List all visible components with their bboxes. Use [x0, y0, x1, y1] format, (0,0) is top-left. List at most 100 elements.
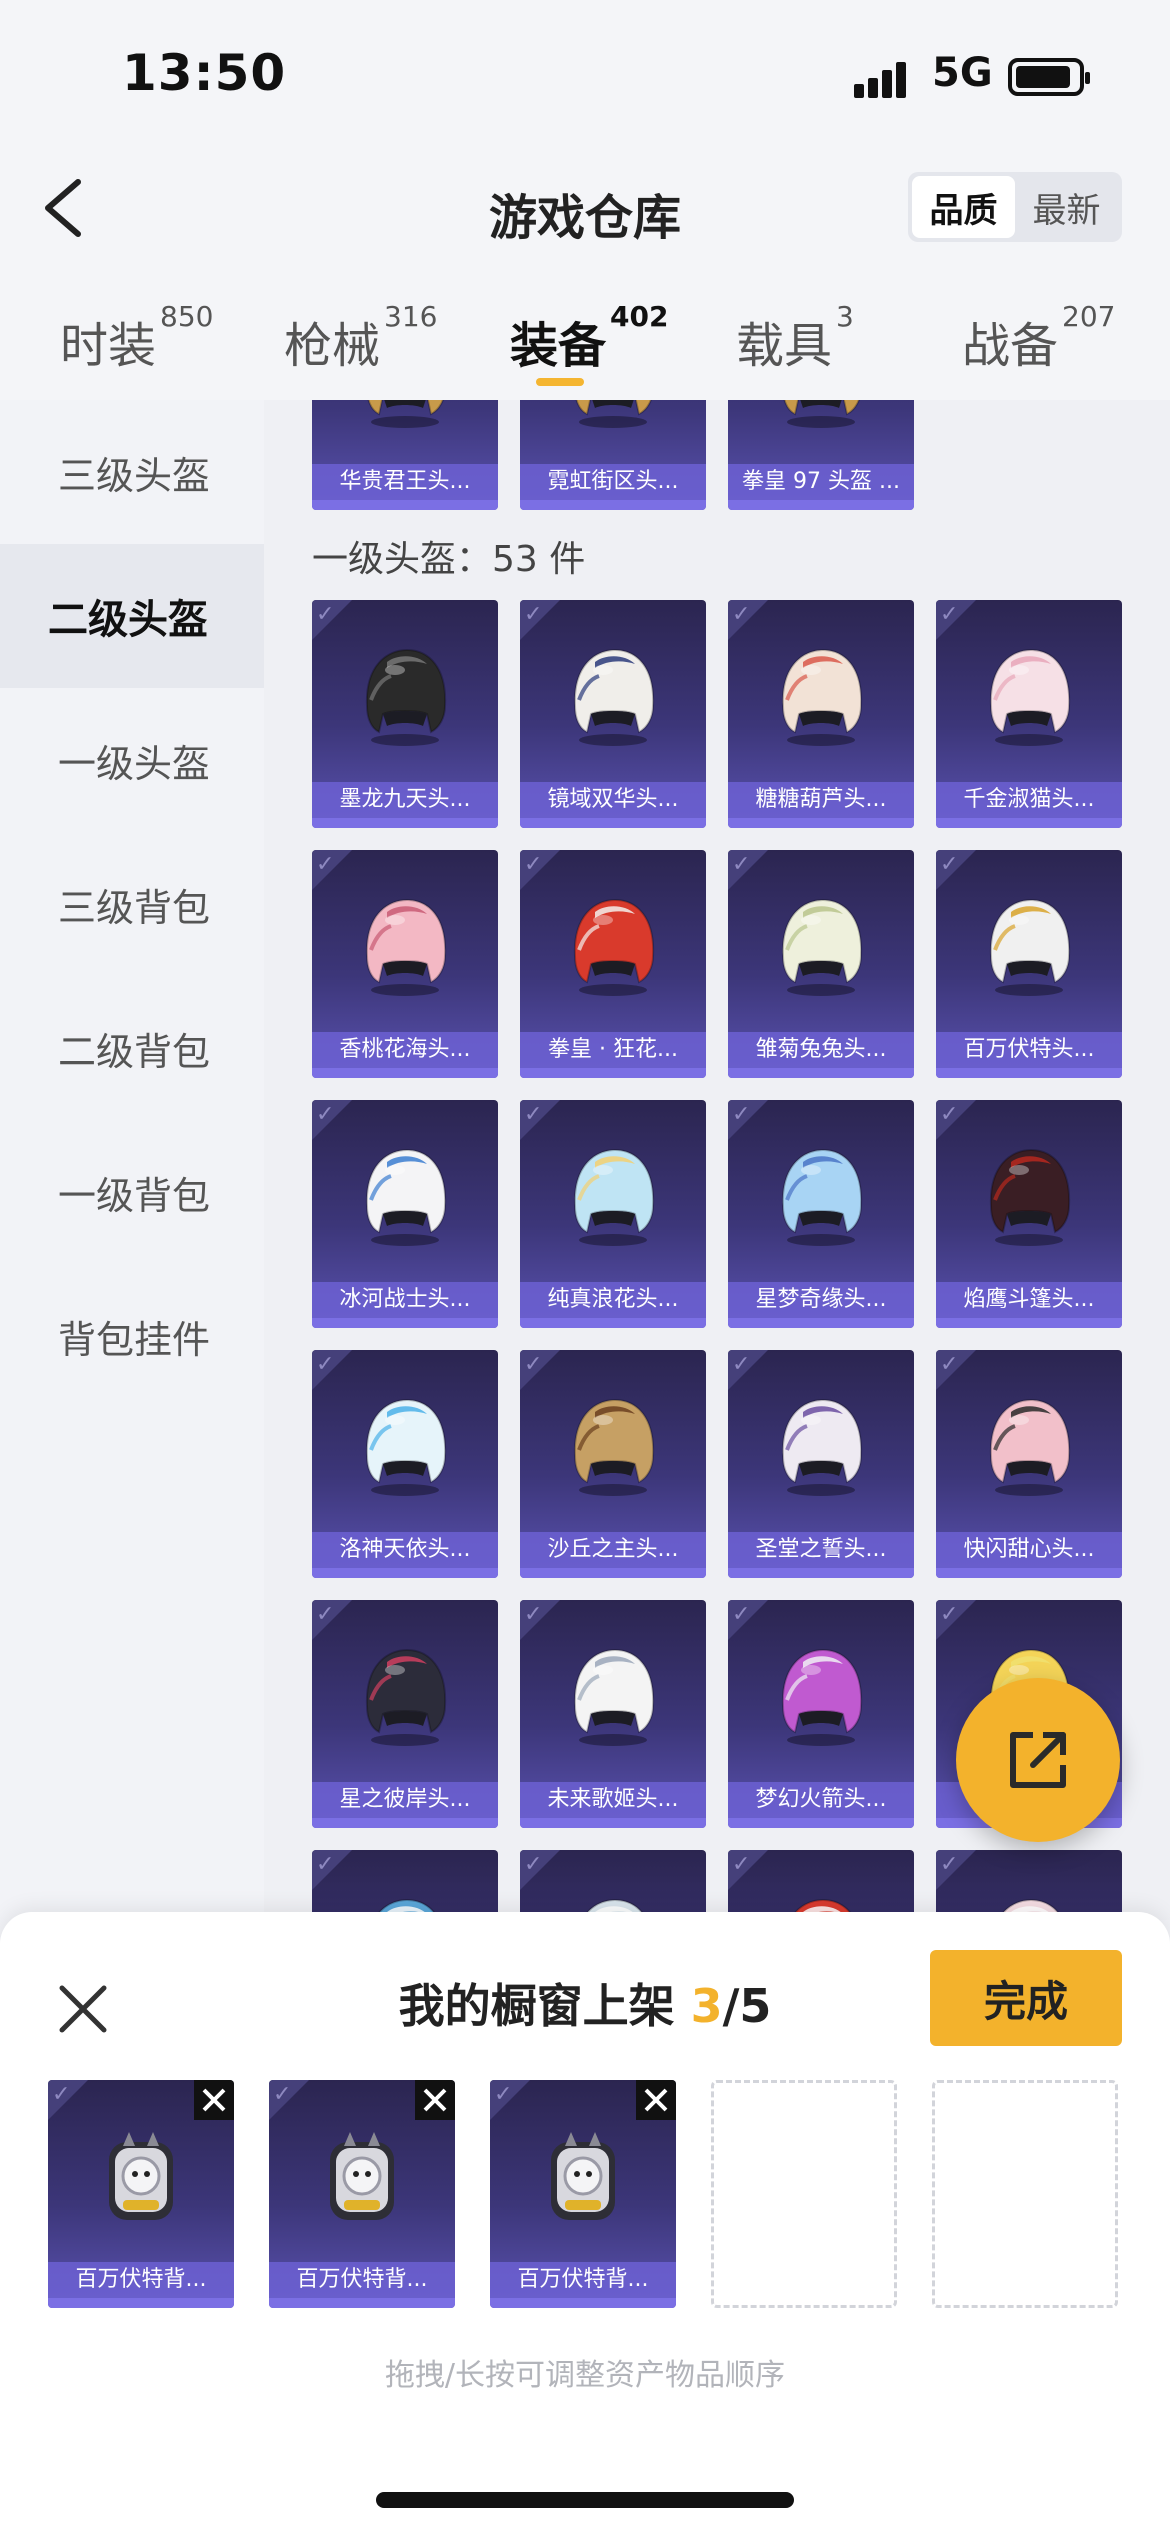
helmet-icon	[573, 648, 655, 746]
quality-strip	[312, 500, 498, 510]
check-icon: ✓	[316, 1102, 335, 1127]
showcase-max-count: /5	[722, 1979, 772, 2033]
tab-supplies[interactable]: 战备207	[962, 300, 1115, 376]
sidebar-item-lv1-helmet[interactable]: 一级头盔	[0, 688, 264, 832]
remove-slot-button[interactable]	[415, 2080, 455, 2120]
item-card[interactable]: ✓ 墨龙九天头...	[312, 600, 498, 828]
check-icon: ✓	[940, 1602, 959, 1627]
sidebar-item-lv2-helmet[interactable]: 二级头盔	[0, 544, 264, 688]
empty-showcase-slot[interactable]	[711, 2080, 897, 2308]
item-name: 纯真浪花头...	[520, 1282, 706, 1318]
tab-count: 850	[160, 300, 214, 333]
item-name: 糖糖葫芦头...	[728, 782, 914, 818]
item-card[interactable]: ✓ 焰鹰斗篷头...	[936, 1100, 1122, 1328]
helmet-icon	[573, 1148, 655, 1246]
sidebar: 三级头盔 二级头盔 一级头盔 三级背包 二级背包 一级背包 背包挂件	[0, 400, 264, 1920]
quality-strip	[728, 1568, 914, 1578]
item-card[interactable]: ✓ 镜域双华头...	[520, 600, 706, 828]
item-card[interactable]: ✓ 百万伏特头...	[936, 850, 1122, 1078]
network-type: 5G	[932, 50, 993, 96]
item-card[interactable]: ✓ 冰河战士头...	[312, 1100, 498, 1328]
tab-equipment[interactable]: 装备402	[510, 300, 668, 376]
sidebar-item-lv1-backpack[interactable]: 一级背包	[0, 1120, 264, 1264]
sheet-title-text: 我的橱窗上架	[398, 1979, 675, 2033]
item-card[interactable]: ✓ 星之彼岸头...	[312, 1600, 498, 1828]
item-card[interactable]: ✓ 糖糖葫芦头...	[728, 600, 914, 828]
check-icon: ✓	[316, 1852, 335, 1877]
quality-strip	[520, 1068, 706, 1078]
sort-quality-button[interactable]: 品质	[912, 176, 1015, 238]
sidebar-item-lv3-backpack[interactable]: 三级背包	[0, 832, 264, 976]
check-icon: ✓	[732, 852, 751, 877]
item-card[interactable]: ✓ 梦幻火箭头...	[728, 1600, 914, 1828]
showcase-slot[interactable]: ✓ 百万伏特背...	[490, 2080, 676, 2308]
showcase-slot[interactable]: ✓ 百万伏特背...	[269, 2080, 455, 2308]
item-card[interactable]: ✓	[936, 1850, 1122, 1920]
tab-label: 枪械	[284, 318, 381, 374]
item-card[interactable]: ✓ 纯真浪花头...	[520, 1100, 706, 1328]
item-card[interactable]: ✓ 沙丘之主头...	[520, 1350, 706, 1578]
remove-slot-button[interactable]	[194, 2080, 234, 2120]
item-card[interactable]: ✓	[520, 1850, 706, 1920]
share-icon	[1010, 1732, 1066, 1788]
share-button[interactable]	[956, 1678, 1120, 1842]
item-card[interactable]: ✓	[728, 1850, 914, 1920]
helmet-icon	[781, 648, 863, 746]
item-card[interactable]: ✓华贵君王头...	[312, 400, 498, 510]
item-card[interactable]: ✓霓虹街区头...	[520, 400, 706, 510]
quality-strip	[728, 500, 914, 510]
tab-count: 316	[384, 300, 438, 333]
sidebar-item-lv3-helmet[interactable]: 三级头盔	[0, 400, 264, 544]
helmet-icon	[575, 400, 652, 428]
item-name: 焰鹰斗篷头...	[936, 1282, 1122, 1318]
sidebar-item-backpack-pendant[interactable]: 背包挂件	[0, 1264, 264, 1408]
item-card[interactable]: ✓ 圣堂之誓头...	[728, 1350, 914, 1578]
status-time: 13:50	[122, 44, 287, 102]
item-name: 拳皇 · 狂花...	[520, 1032, 706, 1068]
tab-fashion[interactable]: 时装850	[60, 300, 213, 376]
item-name: 星梦奇缘头...	[728, 1282, 914, 1318]
item-card[interactable]: ✓ 千金淑猫头...	[936, 600, 1122, 828]
helmet-icon	[365, 1148, 447, 1246]
helmet-icon	[365, 1648, 447, 1746]
item-name: 百万伏特背...	[48, 2262, 234, 2298]
item-card[interactable]: ✓ 拳皇 · 狂花...	[520, 850, 706, 1078]
helmet-icon	[573, 1398, 655, 1496]
helmet-icon	[989, 898, 1071, 996]
helmet-icon	[365, 1398, 447, 1496]
item-name: 拳皇 97 头盔 ...	[728, 464, 914, 500]
helmet-icon	[365, 648, 447, 746]
done-button[interactable]: 完成	[930, 1950, 1122, 2046]
check-icon: ✓	[524, 852, 543, 877]
quality-strip	[936, 818, 1122, 828]
item-card[interactable]: ✓ 雏菊兔兔头...	[728, 850, 914, 1078]
sidebar-item-lv2-backpack[interactable]: 二级背包	[0, 976, 264, 1120]
tab-vehicles[interactable]: 载具3	[736, 300, 854, 376]
item-card[interactable]: ✓ 香桃花海头...	[312, 850, 498, 1078]
item-name: 百万伏特背...	[269, 2262, 455, 2298]
tab-count: 402	[610, 300, 669, 333]
check-icon: ✓	[940, 1852, 959, 1877]
item-card[interactable]: ✓ 洛神天依头...	[312, 1350, 498, 1578]
section-title: 一级头盔：53 件	[312, 539, 586, 580]
reorder-hint: 拖拽/长按可调整资产物品顺序	[384, 2358, 786, 2393]
showcase-slot[interactable]: ✓ 百万伏特背...	[48, 2080, 234, 2308]
check-icon: ✓	[524, 1852, 543, 1877]
item-card[interactable]: ✓ 未来歌姬头...	[520, 1600, 706, 1828]
tab-weapons[interactable]: 枪械316	[284, 300, 437, 376]
item-card[interactable]: ✓拳皇 97 头盔 ...	[728, 400, 914, 510]
remove-slot-button[interactable]	[636, 2080, 676, 2120]
helmet-icon	[573, 898, 655, 996]
tab-count: 3	[836, 300, 854, 333]
item-card[interactable]: ✓ 星梦奇缘头...	[728, 1100, 914, 1328]
item-card[interactable]: ✓ 快闪甜心头...	[936, 1350, 1122, 1578]
check-icon: ✓	[316, 1602, 335, 1627]
sort-newest-button[interactable]: 最新	[1015, 176, 1118, 238]
helmet-icon	[989, 648, 1071, 746]
empty-showcase-slot[interactable]	[932, 2080, 1118, 2308]
item-name: 华贵君王头...	[312, 464, 498, 500]
item-name: 快闪甜心头...	[936, 1532, 1122, 1568]
helmet-icon	[367, 400, 444, 428]
tab-label: 装备	[510, 318, 607, 374]
item-card[interactable]: ✓	[312, 1850, 498, 1920]
